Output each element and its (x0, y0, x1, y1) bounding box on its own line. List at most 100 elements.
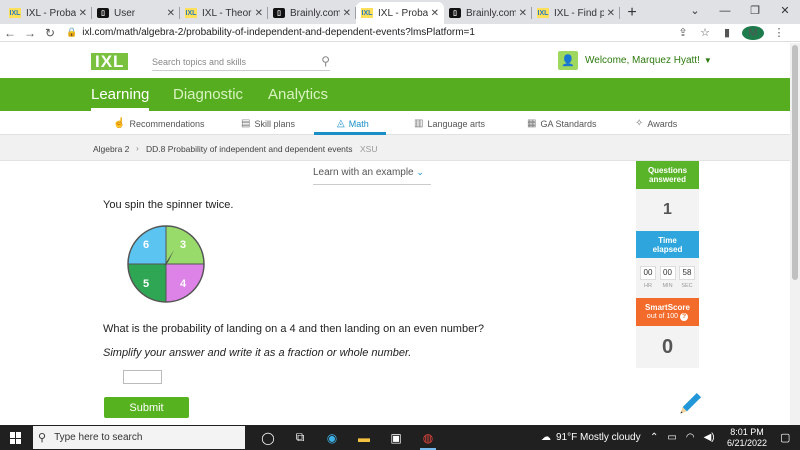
timer-hours-unit: HR (644, 283, 652, 289)
wifi-icon[interactable]: ◠ (686, 432, 695, 443)
browser-tab[interactable]: ▯ Brainly.com - F ✕ (444, 2, 532, 24)
ixl-logo[interactable]: IXL (91, 53, 129, 70)
time-elapsed-text: Time elapsed (652, 235, 683, 254)
edge-icon[interactable]: ◉ (316, 425, 348, 450)
restore-icon[interactable]: ❐ (740, 0, 770, 24)
close-tab-icon[interactable]: ✕ (255, 8, 263, 19)
main-nav: Learning Diagnostic Analytics (0, 78, 800, 111)
subnav-recommendations[interactable]: ☝ Recommendations (113, 118, 205, 129)
question-intro: You spin the spinner twice. (103, 199, 234, 211)
cortana-icon[interactable]: ◯ (252, 425, 284, 450)
file-explorer-icon[interactable]: ▬ (348, 425, 380, 450)
tab-label: IXL - Probabilit (378, 7, 428, 19)
questions-answered-text: Questions answered (647, 166, 688, 184)
timer-minutes-value: 00 (659, 266, 676, 280)
search-input[interactable]: Search topics and skills ⚲ (152, 54, 330, 71)
nav-analytics[interactable]: Analytics (268, 86, 328, 103)
subnav-skill-plans[interactable]: ▤ Skill plans (241, 118, 295, 129)
taskbar-clock[interactable]: 8:01 PM 6/21/2022 (727, 427, 767, 449)
system-tray: ⌃ ▭ ◠ ◀) (650, 432, 724, 443)
answer-input[interactable] (123, 370, 162, 384)
questions-answered-label: Questions answered (636, 161, 699, 189)
browser-tab[interactable]: ▯ Brainly.com - F ✕ (268, 2, 356, 24)
reading-list-icon[interactable]: ▮ (716, 26, 738, 39)
browser-tab[interactable]: IXL IXL - Theoretic ✕ (180, 2, 268, 24)
subnav-ga-standards[interactable]: ▦ GA Standards (527, 118, 597, 129)
close-tab-icon[interactable]: ✕ (607, 8, 615, 19)
scrollbar-thumb[interactable] (792, 45, 798, 280)
menu-kebab-icon[interactable]: ⋮ (768, 26, 790, 39)
bookmark-star-icon[interactable]: ☆ (694, 26, 716, 39)
close-tab-icon[interactable]: ✕ (79, 8, 87, 19)
browser-tab[interactable]: IXL IXL - Probabilit ✕ (4, 2, 92, 24)
taskbar-apps: ◯ ⧉ ◉ ▬ ▣ ◍ (252, 425, 444, 450)
subnav-label: Math (348, 118, 369, 129)
subnav-label: Skill plans (254, 118, 295, 129)
search-icon[interactable]: ⚲ (321, 54, 330, 68)
new-tab-button[interactable]: + (620, 2, 644, 24)
learn-with-example-button[interactable]: Learn with an example ⌄ (313, 167, 431, 185)
subnav-math[interactable]: ◬ Math (337, 118, 369, 129)
skill-plans-icon: ▤ (241, 118, 251, 129)
ixl-favicon-icon: IXL (537, 8, 549, 18)
close-window-icon[interactable]: ✕ (770, 0, 800, 24)
nav-diagnostic[interactable]: Diagnostic (173, 86, 243, 103)
browser-tab[interactable]: IXL IXL - Find prob ✕ (532, 2, 620, 24)
subnav-awards[interactable]: ✧ Awards (635, 118, 677, 129)
weather-widget[interactable]: ☁ 91°F Mostly cloudy (541, 432, 641, 443)
close-tab-icon[interactable]: ✕ (431, 8, 439, 19)
page-scrollbar[interactable] (790, 43, 800, 425)
welcome-text: Welcome, Marquez Hyatt! (585, 55, 700, 66)
forward-icon[interactable]: → (20, 26, 40, 40)
taskbar-search[interactable]: ⚲ Type here to search (33, 426, 245, 449)
minimize-icon[interactable]: — (710, 0, 740, 24)
browser-tab-active[interactable]: IXL IXL - Probabilit ✕ (356, 2, 444, 24)
chevron-up-icon[interactable]: ⌃ (650, 432, 658, 443)
spinner-label-3: 3 (180, 239, 186, 251)
clock-date: 6/21/2022 (727, 438, 768, 448)
time-elapsed-label: Time elapsed (636, 231, 699, 258)
browser-tab[interactable]: ▯ User ✕ (92, 2, 180, 24)
question-prompt: What is the probability of landing on a … (103, 323, 484, 335)
volume-icon[interactable]: ◀) (704, 432, 715, 443)
notification-icon[interactable]: ▢ (780, 431, 790, 444)
close-tab-icon[interactable]: ✕ (519, 8, 527, 19)
windows-start-icon[interactable] (10, 432, 22, 444)
tab-label: IXL - Find prob (554, 7, 604, 19)
submit-button[interactable]: Submit (104, 397, 189, 418)
profile-avatar[interactable]: M (742, 25, 764, 40)
smartscore-value: 0 (636, 326, 699, 368)
recommendations-icon: ☝ (113, 118, 126, 129)
store-icon[interactable]: ▣ (380, 425, 412, 450)
back-icon[interactable]: ← (0, 26, 20, 40)
skill-code: XSU (360, 144, 378, 154)
brainly-favicon-icon: ▯ (97, 8, 109, 18)
spinner-label-4: 4 (180, 278, 187, 290)
tab-search-icon[interactable]: ⌄ (680, 0, 710, 24)
url-field[interactable]: 🔒 ixl.com/math/algebra-2/probability-of-… (66, 27, 672, 38)
task-view-icon[interactable]: ⧉ (284, 425, 316, 450)
breadcrumb-subject[interactable]: Algebra 2 (93, 144, 129, 154)
spinner-graphic: 3 4 5 6 (127, 225, 205, 303)
close-tab-icon[interactable]: ✕ (167, 8, 175, 19)
subnav-language-arts[interactable]: ▥ Language arts (414, 118, 485, 129)
windows-taskbar: ⚲ Type here to search ◯ ⧉ ◉ ▬ ▣ ◍ ☁ 91°F… (0, 425, 800, 450)
subnav-label: Language arts (427, 118, 485, 129)
browser-tab-strip: IXL IXL - Probabilit ✕ ▯ User ✕ IXL IXL … (0, 0, 800, 24)
timer-hours-value: 00 (640, 266, 656, 280)
user-menu[interactable]: 👤 Welcome, Marquez Hyatt! ▼ (558, 51, 712, 70)
pencil-icon[interactable] (676, 392, 702, 418)
nav-learning[interactable]: Learning (91, 86, 149, 103)
timer: 00 HR 00 MIN 58 SEC (640, 266, 695, 289)
subnav-label: Awards (647, 118, 678, 129)
close-tab-icon[interactable]: ✕ (343, 8, 351, 19)
smartscore-title: SmartScore (645, 303, 690, 312)
reload-icon[interactable]: ↻ (40, 26, 60, 40)
share-icon[interactable]: ⇪ (672, 26, 694, 39)
tab-label: Brainly.com - F (290, 7, 340, 19)
network-icon[interactable]: ▭ (667, 432, 676, 443)
spinner-label-5: 5 (143, 278, 149, 290)
math-icon: ◬ (337, 118, 345, 129)
chrome-icon[interactable]: ◍ (412, 425, 444, 450)
help-question-icon[interactable]: ? (680, 312, 689, 321)
